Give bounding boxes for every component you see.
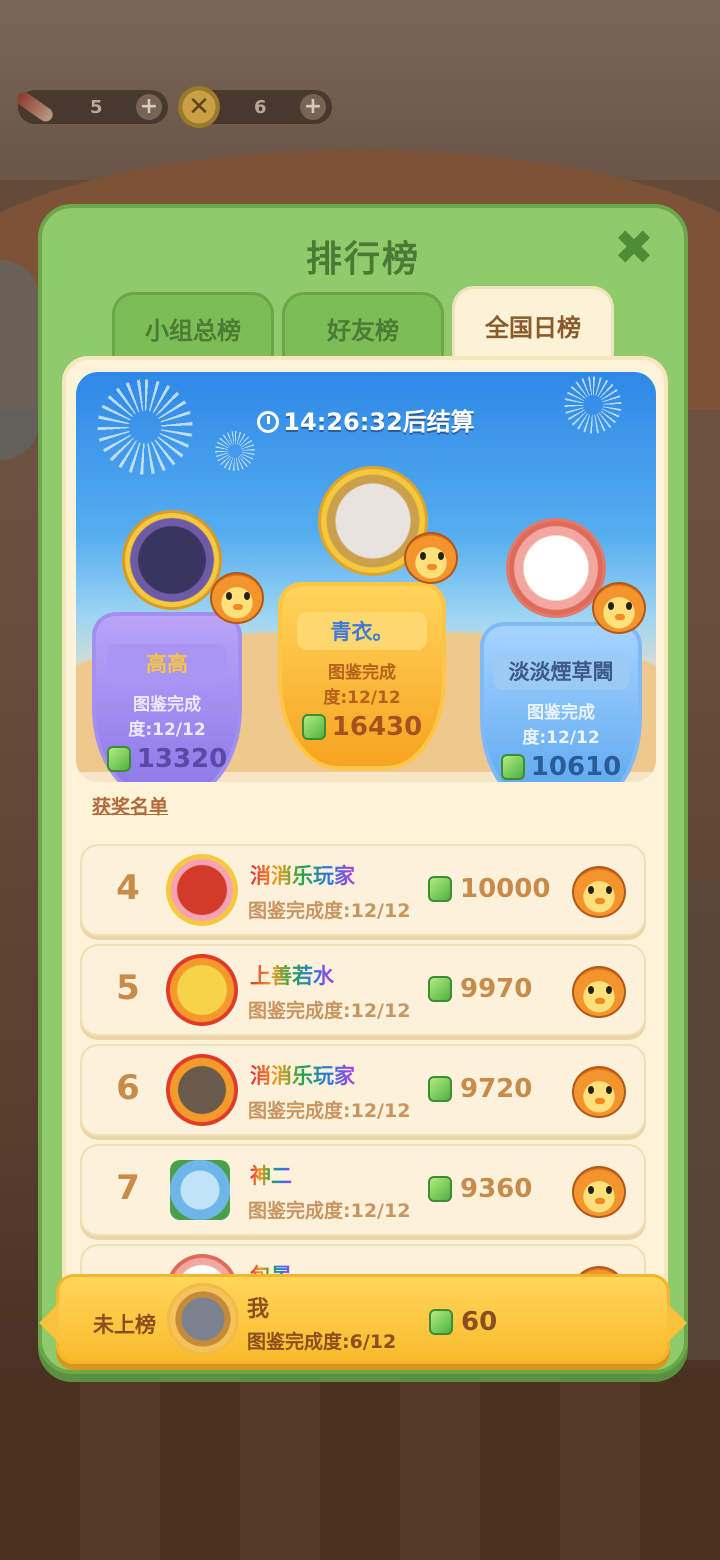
avatar <box>166 854 238 926</box>
rank-shield: 高高 图鉴完成度:12/12 13320 <box>92 612 242 782</box>
collection-progress: 图鉴完成度:12/12 <box>128 695 206 740</box>
tiger-badge-icon <box>210 572 264 624</box>
gem-icon <box>428 976 452 1002</box>
settlement-timer: 14:26:32后结算 <box>76 402 656 437</box>
rank-shield: 淡淡煙草閪 图鉴完成度:12/12 10610 <box>480 622 642 782</box>
coin-icon: ✕ <box>178 86 220 128</box>
avatar <box>166 954 238 1026</box>
gem-icon <box>428 1176 452 1202</box>
collection-progress: 图鉴完成度:12/12 <box>522 703 600 748</box>
list-item[interactable]: 7 神二 图鉴完成度:12/12 9360 <box>80 1144 646 1236</box>
rank-number: 7 <box>116 1168 140 1208</box>
gem-icon <box>301 714 326 740</box>
my-avatar <box>167 1283 239 1355</box>
score: 9360 <box>428 1174 532 1204</box>
list-item[interactable]: 4 消消乐玩家 图鉴完成度:12/12 10000 <box>80 844 646 936</box>
score: 10610 <box>492 752 630 782</box>
player-name: 青衣。 <box>297 612 427 650</box>
player-name: 消消乐玩家 <box>250 1060 355 1090</box>
tiger-badge-icon <box>572 966 626 1018</box>
tiger-badge-icon <box>572 866 626 918</box>
tab-group-total[interactable]: 小组总榜 <box>112 292 274 362</box>
collection-progress: 图鉴完成度:12/12 <box>323 663 401 708</box>
add-rocket-button[interactable]: + <box>136 94 162 120</box>
player-name: 神二 <box>250 1160 292 1190</box>
collection-progress: 图鉴完成度:12/12 <box>248 1200 411 1222</box>
rocket-icon <box>14 86 56 128</box>
rank-number: 6 <box>116 1068 140 1108</box>
my-name: 我 <box>247 1297 270 1322</box>
score: 10000 <box>428 874 550 904</box>
player-name: 淡淡煙草閪 <box>493 652 629 690</box>
rocket-count: 5 <box>90 96 103 118</box>
podium-first[interactable]: 青衣。 图鉴完成度:12/12 16430 <box>278 466 458 770</box>
avatar <box>122 510 222 610</box>
add-coin-button[interactable]: + <box>300 94 326 120</box>
podium-second[interactable]: 高高 图鉴完成度:12/12 13320 <box>92 510 264 782</box>
gem-icon <box>106 746 131 772</box>
background-side-left <box>0 260 40 460</box>
podium-third[interactable]: 淡淡煙草閪 图鉴完成度:12/12 10610 <box>480 518 646 782</box>
collection-progress: 图鉴完成度:12/12 <box>248 1100 411 1122</box>
background-floor <box>0 1380 720 1560</box>
player-name: 消消乐玩家 <box>250 860 355 890</box>
score: 16430 <box>292 712 432 742</box>
rank-number: 4 <box>116 868 140 908</box>
score: 9970 <box>428 974 532 1004</box>
player-name: 高高 <box>107 644 227 682</box>
score: 9720 <box>428 1074 532 1104</box>
tab-national-daily[interactable]: 全国日榜 <box>452 286 614 362</box>
rank-shield: 青衣。 图鉴完成度:12/12 16430 <box>278 582 446 770</box>
tab-friends[interactable]: 好友榜 <box>282 292 444 362</box>
my-rank-bar[interactable]: 未上榜 我 图鉴完成度:6/12 60 <box>39 1274 687 1364</box>
close-icon[interactable]: ✖ <box>612 224 656 272</box>
my-score: 60 <box>429 1307 497 1337</box>
awards-list-link[interactable]: 获奖名单 <box>92 792 168 819</box>
rank-number: 5 <box>116 968 140 1008</box>
clock-icon <box>257 411 280 433</box>
coin-count: 6 <box>254 96 267 118</box>
avatar <box>170 1160 230 1220</box>
coin-resource: ✕ 6 + <box>178 86 332 128</box>
avatar <box>166 1054 238 1126</box>
collection-progress: 图鉴完成度:12/12 <box>248 1000 411 1022</box>
score: 13320 <box>106 744 228 774</box>
tiger-badge-icon <box>572 1166 626 1218</box>
modal-title: 排行榜 <box>305 239 420 280</box>
list-item[interactable]: 6 消消乐玩家 图鉴完成度:12/12 9720 <box>80 1044 646 1136</box>
collection-progress: 图鉴完成度:12/12 <box>248 900 411 922</box>
tiger-badge-icon <box>404 532 458 584</box>
rocket-resource: 5 + <box>14 89 168 125</box>
list-item[interactable]: 5 上善若水 图鉴完成度:12/12 9970 <box>80 944 646 1036</box>
resource-bar: 5 + ✕ 6 + <box>14 84 332 130</box>
gem-icon <box>500 754 525 780</box>
leaderboard-modal: 排行榜 ✖ 小组总榜 好友榜 全国日榜 14:26:32后结算 高高 图鉴完成度… <box>38 204 688 1374</box>
leaderboard-panel: 14:26:32后结算 高高 图鉴完成度:12/12 13320 青衣。 图鉴完… <box>62 356 668 1366</box>
tiger-badge-icon <box>592 582 646 634</box>
player-name: 上善若水 <box>250 960 334 990</box>
avatar <box>506 518 606 618</box>
leaderboard-tabs: 小组总榜 好友榜 全国日榜 <box>112 286 614 362</box>
gem-icon <box>429 1309 453 1335</box>
gem-icon <box>428 876 452 902</box>
tiger-badge-icon <box>572 1066 626 1118</box>
gem-icon <box>428 1076 452 1102</box>
timer-text: 14:26:32后结算 <box>283 408 475 436</box>
my-rank-status: 未上榜 <box>93 1313 156 1337</box>
my-collection-progress: 图鉴完成度:6/12 <box>247 1331 397 1353</box>
podium-area: 14:26:32后结算 高高 图鉴完成度:12/12 13320 青衣。 图鉴完… <box>76 372 656 782</box>
